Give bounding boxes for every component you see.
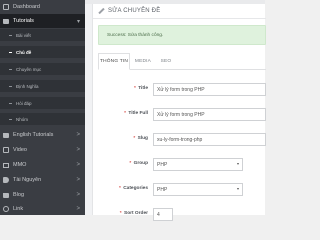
sidebar-subitem-nhom[interactable]: Nhóm [0,113,85,125]
sidebar-subitem-label: Định Nghĩa [16,83,39,89]
dash-icon [9,85,12,87]
form-row-categories: * Categories PHP [93,183,266,197]
sort-order-field[interactable]: 4 [153,208,173,221]
dash-icon [9,34,12,36]
chevron-right-icon: > [76,132,80,138]
sidebar-subitem-label: Chủ đề [16,49,32,55]
categories-label: * Categories [118,186,148,191]
sidebar-subitem-chuyen-muc[interactable]: Chuyên mục [0,63,85,75]
sidebar-item-dashboard[interactable]: Dashboard [0,0,85,14]
sidebar-subitem-bai-viet[interactable]: Bài viết [0,29,85,41]
categories-select-value: PHP [157,186,168,193]
form-row-slug: * Slug xu-ly-form-trong-php [93,133,266,147]
slug-field[interactable]: xu-ly-form-trong-php [153,133,266,146]
title-field[interactable]: Xử lý form trong PHP [153,83,266,96]
sidebar-item-label: MMO [13,162,27,168]
sidebar-subitem-hoi-dap[interactable]: Hỏi đáp [0,97,85,109]
dash-icon [9,102,12,104]
title-label: * Title [134,86,148,91]
form-row-title-full: * Title Full Xử lý form trong PHP [93,108,266,122]
chevron-right-icon: > [76,162,80,168]
dashboard-icon [3,4,9,10]
form-row-group: * Group PHP [93,158,266,172]
slug-label: * Slug [133,136,148,141]
video-icon [3,147,9,153]
chevron-right-icon: > [76,147,80,153]
pencil-icon [98,8,104,14]
dash-icon [9,118,12,120]
dash-icon [9,51,12,53]
folder-icon [3,193,9,198]
success-alert: Success: Sửa thành công. [98,25,266,45]
page-title: SỬA CHUYÊN ĐỀ [108,8,161,14]
tab-media[interactable]: MEDIA [131,53,155,70]
group-select[interactable]: PHP [153,158,243,171]
sidebar-subitem-label: Nhóm [16,116,29,122]
sidebar-item-label: Dashboard [13,4,40,10]
sidebar-item-mmo[interactable]: MMO > [0,158,85,172]
group-label: * Group [129,161,148,166]
tab-thong-tin[interactable]: THÔNG TIN [98,53,130,70]
sidebar-item-link[interactable]: Link > [0,202,85,216]
sidebar-subitem-label: Bài viết [16,32,31,38]
dash-icon [9,68,12,70]
link-icon [3,206,9,212]
edit-card: SỬA CHUYÊN ĐỀ Success: Sửa thành công. T… [92,4,266,221]
title-full-field[interactable]: Xử lý form trong PHP [153,108,266,121]
chevron-right-icon: > [76,192,80,198]
card-header: SỬA CHUYÊN ĐỀ [93,4,266,19]
sidebar-item-label: Blog [13,192,25,198]
alert-text: Success: Sửa thành công. [107,32,164,38]
sidebar-subitem-dinh-nghia[interactable]: Định Nghĩa [0,80,85,92]
chevron-right-icon: > [76,206,80,212]
sidebar-item-label: Video [13,147,27,153]
form-row-title: * Title Xử lý form trong PHP [93,83,266,97]
sidebar-item-blog[interactable]: Blog > [0,188,85,202]
sidebar-subitem-label: Hỏi đáp [16,100,32,106]
group-select-value: PHP [157,161,168,168]
monitor-icon [3,162,9,168]
form-row-sort-order: * Sort Order 4 [93,208,266,222]
tab-seo[interactable]: SEO [156,53,176,70]
sidebar-item-label: English Tutorials [13,132,54,138]
chevron-down-icon: ▾ [76,19,80,25]
categories-select[interactable]: PHP [153,183,243,196]
tab-bar: THÔNG TIN MEDIA SEO [98,53,266,70]
caret-down-icon [237,163,239,165]
caret-down-icon [237,188,239,190]
folder-icon [3,19,9,24]
sidebar-subitem-chu-de[interactable]: Chủ đề [0,46,85,58]
main-content: SỬA CHUYÊN ĐỀ Success: Sửa thành công. T… [85,0,266,221]
sidebar-item-tai-nguyen[interactable]: Tài Nguyên > [0,173,85,187]
sidebar-item-tutorials[interactable]: Tutorials ▾ [0,14,85,28]
title-full-label: * Title Full [124,111,148,116]
sidebar-item-label: Tài Nguyên [13,177,42,183]
sidebar-item-label: Link [13,206,24,212]
tag-icon [3,177,9,183]
folder-icon [3,133,9,138]
sidebar-item-video[interactable]: Video > [0,143,85,157]
sidebar-item-label: Tutorials [13,18,34,24]
sidebar-subitem-label: Chuyên mục [16,66,42,72]
sort-order-label: * Sort Order [119,211,148,216]
chevron-right-icon: > [76,177,80,183]
sidebar: Dashboard Tutorials ▾ Bài viết Chủ đề Ch… [0,0,85,215]
sidebar-item-english-tutorials[interactable]: English Tutorials > [0,128,85,142]
